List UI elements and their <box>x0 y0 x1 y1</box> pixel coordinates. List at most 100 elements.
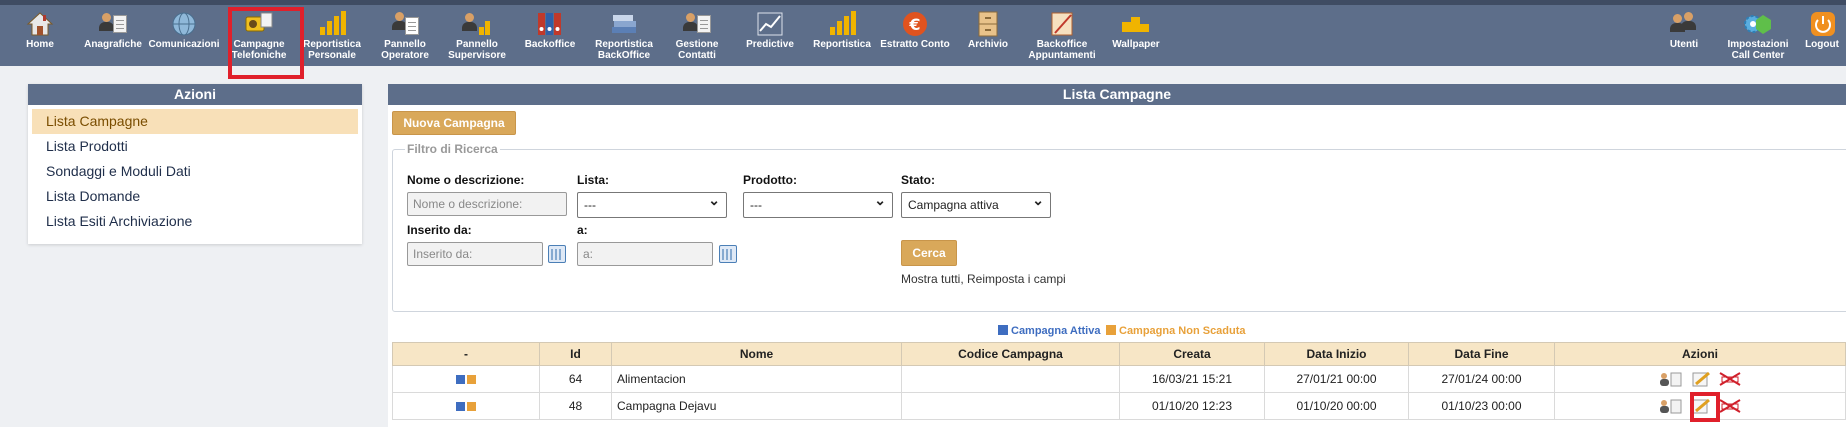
product-label: Prodotto: <box>743 173 797 187</box>
filter-legend: Filtro di Ricerca <box>405 142 500 156</box>
start-cell: 27/01/21 00:00 <box>1264 365 1409 393</box>
nav-gestione-contatti[interactable]: Gestione Contatti <box>661 11 733 67</box>
supervisor-icon <box>462 11 492 37</box>
menu-lista-esiti[interactable]: Lista Esiti Archiviazione <box>32 209 358 234</box>
nav-reportistica-personale[interactable]: Reportistica Personale <box>296 11 368 67</box>
code-cell <box>901 365 1120 393</box>
orange-swatch-icon <box>1106 325 1116 335</box>
nav-comunicazioni[interactable]: Comunicazioni <box>148 11 220 67</box>
col-header-created[interactable]: Creata <box>1119 342 1265 366</box>
nav-estratto-conto[interactable]: € Estratto Conto <box>879 11 951 67</box>
delete-icon[interactable] <box>1718 398 1742 414</box>
nav-pannello-operatore-label: Pannello Operatore <box>381 39 429 61</box>
legend-not-expired: Campagna Non Scaduta <box>1106 325 1246 337</box>
nav-archivio[interactable]: Archivio <box>952 11 1024 67</box>
nav-backoffice-label: Backoffice <box>524 39 576 50</box>
calendar-icon[interactable] <box>719 245 737 263</box>
cabinet-icon <box>973 11 1003 37</box>
nav-wallpaper[interactable]: Wallpaper <box>1100 11 1172 67</box>
menu-lista-prodotti[interactable]: Lista Prodotti <box>32 134 358 159</box>
operator-icon <box>390 11 420 37</box>
nav-home-label: Home <box>26 39 54 50</box>
menu-lista-campagne[interactable]: Lista Campagne <box>32 109 358 134</box>
active-square-icon <box>456 402 465 412</box>
col-header-id[interactable]: Id <box>539 342 612 366</box>
active-square-icon <box>456 375 465 385</box>
edit-icon[interactable] <box>1691 371 1711 387</box>
to-date-input[interactable]: a: <box>577 242 713 266</box>
nav-gestione-contatti-label: Gestione Contatti <box>675 39 719 61</box>
id-cell: 64 <box>539 365 612 393</box>
menu-lista-domande[interactable]: Lista Domande <box>32 184 358 209</box>
nav-utenti-label: Utenti <box>1669 39 1699 50</box>
assign-users-icon[interactable] <box>1658 371 1684 387</box>
users-icon <box>1669 11 1699 37</box>
from-date-input[interactable]: Inserito da: <box>407 242 543 266</box>
col-header-name[interactable]: Nome <box>611 342 902 366</box>
nav-estratto-conto-label: Estratto Conto <box>880 39 950 50</box>
name-label: Nome o descrizione: <box>407 173 525 187</box>
books-icon <box>609 11 639 37</box>
legend-active: Campagna Attiva <box>998 325 1100 337</box>
name-cell: Alimentacion <box>611 365 902 393</box>
nav-logout[interactable]: Logout <box>1798 11 1846 67</box>
state-label: Stato: <box>901 173 935 187</box>
col-header-code[interactable]: Codice Campagna <box>901 342 1120 366</box>
nav-backoffice[interactable]: Backoffice <box>514 11 586 67</box>
nav-predictive[interactable]: Predictive <box>734 11 806 67</box>
calendar-icon[interactable] <box>548 245 566 263</box>
nav-logout-label: Logout <box>1805 39 1839 50</box>
nav-impostazioni-call-center[interactable]: Impostazioni Call Center <box>1720 11 1796 67</box>
nav-reportistica-label: Reportistica <box>813 39 871 50</box>
nav-home[interactable]: Home <box>4 11 76 67</box>
actions-panel-title: Azioni <box>28 84 362 105</box>
col-header-status[interactable]: - <box>392 342 540 366</box>
search-button[interactable]: Cerca <box>901 240 957 266</box>
nav-comunicazioni-label: Comunicazioni <box>148 39 220 50</box>
actions-cell <box>1554 365 1846 393</box>
col-header-actions: Azioni <box>1554 342 1846 366</box>
campaign-list-panel: Lista Campagne Nuova Campagna Filtro di … <box>388 84 1846 427</box>
nav-wallpaper-label: Wallpaper <box>1112 39 1160 50</box>
nav-reportistica-backoffice[interactable]: Reportistica BackOffice <box>587 11 661 67</box>
nav-anagrafiche[interactable]: Anagrafiche <box>77 11 149 67</box>
home-icon <box>25 11 55 37</box>
table-row[interactable]: 48 Campagna Dejavu 01/10/20 12:23 01/10/… <box>392 392 1846 420</box>
name-cell: Campagna Dejavu <box>611 392 902 420</box>
nav-pannello-supervisore[interactable]: Pannello Supervisore <box>441 11 513 67</box>
list-select[interactable]: --- <box>577 192 727 218</box>
highlight-box-campagne <box>228 7 304 79</box>
name-input[interactable]: Nome o descrizione: <box>407 192 567 216</box>
not-expired-square-icon <box>467 375 476 385</box>
product-select[interactable]: --- <box>743 192 893 218</box>
col-header-start[interactable]: Data Inizio <box>1264 342 1409 366</box>
end-cell: 01/10/23 00:00 <box>1408 392 1555 420</box>
nav-reportistica[interactable]: Reportistica <box>806 11 878 67</box>
nav-utenti[interactable]: Utenti <box>1648 11 1720 67</box>
settings-icon <box>1743 11 1773 37</box>
created-cell: 01/10/20 12:23 <box>1119 392 1265 420</box>
calendar-edit-icon <box>1047 11 1077 37</box>
col-header-end[interactable]: Data Fine <box>1408 342 1555 366</box>
nav-backoffice-appuntamenti[interactable]: Backoffice Appuntamenti <box>1025 11 1099 67</box>
globe-icon <box>169 11 199 37</box>
to-date-label: a: <box>577 223 588 237</box>
nav-pannello-operatore[interactable]: Pannello Operatore <box>369 11 441 67</box>
trend-chart-icon <box>755 11 785 37</box>
blue-swatch-icon <box>998 325 1008 335</box>
menu-sondaggi-moduli[interactable]: Sondaggi e Moduli Dati <box>32 159 358 184</box>
status-cell <box>392 365 540 393</box>
assign-users-icon[interactable] <box>1658 398 1684 414</box>
highlight-box-edit <box>1690 392 1720 422</box>
state-select[interactable]: Campagna attiva <box>901 192 1051 218</box>
search-filter: Filtro di Ricerca Nome o descrizione: No… <box>392 142 1846 312</box>
nav-impostazioni-call-center-label: Impostazioni Call Center <box>1727 39 1789 61</box>
reset-link[interactable]: Mostra tutti, Reimposta i campi <box>901 272 1066 286</box>
delete-icon[interactable] <box>1718 371 1742 387</box>
campaign-list-title: Lista Campagne <box>388 84 1846 105</box>
table-row[interactable]: 64 Alimentacion 16/03/21 15:21 27/01/21 … <box>392 365 1846 393</box>
nav-pannello-supervisore-label: Pannello Supervisore <box>448 39 506 61</box>
wallpaper-icon <box>1121 11 1151 37</box>
new-campaign-button[interactable]: Nuova Campagna <box>392 111 516 135</box>
nav-reportistica-personale-label: Reportistica Personale <box>303 39 361 61</box>
